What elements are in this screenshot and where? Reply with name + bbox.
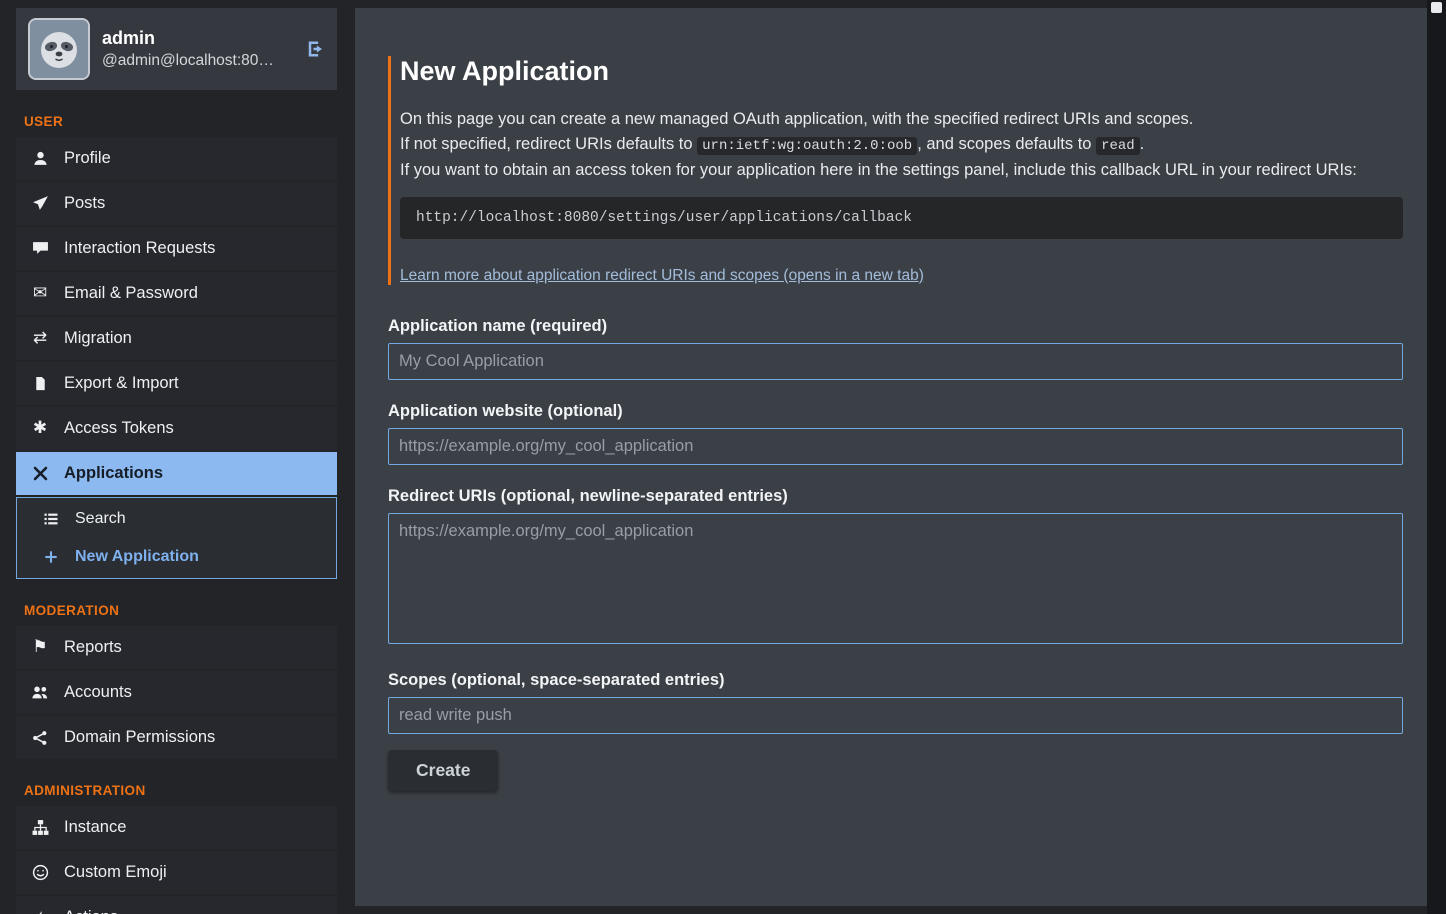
application-name-label: Application name (required) (388, 317, 1403, 336)
sidebar-item-migration[interactable]: ⇄ Migration (16, 317, 337, 360)
scrollbar-thumb[interactable] (1431, 2, 1442, 13)
user-meta: admin @admin@localhost:80… (102, 28, 274, 70)
redirect-uris-field: Redirect URIs (optional, newline-separat… (388, 487, 1403, 649)
sidebar-item-email-password[interactable]: ✉ Email & Password (16, 272, 337, 315)
avatar (28, 18, 90, 80)
sidebar-item-custom-emoji[interactable]: Custom Emoji (16, 851, 337, 894)
redirect-uris-label: Redirect URIs (optional, newline-separat… (388, 487, 1403, 506)
intro-line-3: If you want to obtain an access token fo… (400, 158, 1403, 183)
bolt-icon (30, 909, 50, 914)
sidebar-item-label: Applications (64, 464, 163, 483)
sidebar-item-reports[interactable]: ⚑ Reports (16, 626, 337, 669)
intro-line-2: If not specified, redirect URIs defaults… (400, 132, 1403, 159)
sidebar-item-label: Interaction Requests (64, 239, 215, 258)
sidebar-item-label: Reports (64, 638, 122, 657)
section-label-moderation: MODERATION (24, 603, 329, 618)
application-name-input[interactable] (388, 343, 1403, 380)
application-website-label: Application website (optional) (388, 402, 1403, 421)
sidebar-item-label: Email & Password (64, 284, 198, 303)
sidebar-item-instance[interactable]: Instance (16, 806, 337, 849)
submenu-item-new-application[interactable]: New Application (17, 538, 336, 576)
intro-line-2-post: . (1140, 135, 1145, 153)
page-intro: New Application On this page you can cre… (388, 56, 1403, 285)
sidebar-item-export-import[interactable]: Export & Import (16, 362, 337, 405)
sidebar-item-applications[interactable]: Applications (16, 452, 337, 495)
sidebar-item-label: Instance (64, 818, 126, 837)
sidebar-item-label: Domain Permissions (64, 728, 215, 747)
application-name-field: Application name (required) (388, 317, 1403, 380)
sitemap-icon (30, 819, 50, 836)
callback-url-codeblock: http://localhost:8080/settings/user/appl… (400, 197, 1403, 239)
settings-page: admin @admin@localhost:80… USER Profile … (0, 0, 1446, 914)
plus-icon (41, 550, 61, 564)
scopes-label: Scopes (optional, space-separated entrie… (388, 671, 1403, 690)
sidebar-item-posts[interactable]: Posts (16, 182, 337, 225)
sidebar-item-label: Profile (64, 149, 111, 168)
submenu-item-label: New Application (75, 548, 199, 566)
new-application-panel: New Application On this page you can cre… (355, 8, 1427, 906)
create-button[interactable]: Create (388, 750, 498, 791)
redirect-uris-textarea[interactable] (388, 513, 1403, 644)
sidebar-item-label: Actions (64, 908, 118, 914)
share-nodes-icon (30, 730, 50, 746)
learn-more-link[interactable]: Learn more about application redirect UR… (400, 267, 924, 285)
envelope-icon: ✉ (30, 285, 50, 302)
users-icon (30, 684, 50, 701)
new-application-form: Application name (required) Application … (388, 317, 1403, 791)
sidebar-item-label: Custom Emoji (64, 863, 167, 882)
scopes-field: Scopes (optional, space-separated entrie… (388, 671, 1403, 734)
sidebar: admin @admin@localhost:80… USER Profile … (0, 0, 355, 914)
application-website-field: Application website (optional) (388, 402, 1403, 465)
tools-icon (30, 465, 50, 482)
applications-submenu: Search New Application (16, 497, 337, 579)
user-handle: @admin@localhost:80… (102, 52, 274, 70)
page-title: New Application (400, 56, 1403, 87)
sidebar-item-accounts[interactable]: Accounts (16, 671, 337, 714)
main-wrap: New Application On this page you can cre… (355, 0, 1446, 914)
user-name: admin (102, 28, 274, 49)
sidebar-item-access-tokens[interactable]: ✱ Access Tokens (16, 407, 337, 450)
file-export-icon (30, 375, 50, 392)
list-icon (41, 511, 61, 527)
sidebar-item-label: Access Tokens (64, 419, 174, 438)
inline-code-oob: urn:ietf:wg:oauth:2.0:oob (697, 137, 917, 155)
smiley-icon (30, 864, 50, 881)
comments-icon (30, 240, 50, 257)
intro-line-1: On this page you can create a new manage… (400, 107, 1403, 132)
intro-line-2-pre: If not specified, redirect URIs defaults… (400, 135, 697, 153)
sidebar-item-label: Posts (64, 194, 105, 213)
asterisk-icon: ✱ (30, 420, 50, 437)
migration-arrows-icon: ⇄ (30, 330, 50, 347)
window-scrollbar[interactable] (1427, 0, 1446, 914)
intro-line-2-mid: , and scopes defaults to (917, 135, 1096, 153)
sidebar-item-label: Accounts (64, 683, 132, 702)
submenu-item-label: Search (75, 510, 126, 528)
sidebar-item-domain-permissions[interactable]: Domain Permissions (16, 716, 337, 759)
user-card[interactable]: admin @admin@localhost:80… (16, 8, 337, 90)
sidebar-item-label: Export & Import (64, 374, 179, 393)
application-website-input[interactable] (388, 428, 1403, 465)
sidebar-item-label: Migration (64, 329, 132, 348)
submenu-item-search[interactable]: Search (17, 500, 336, 538)
inline-code-read: read (1096, 137, 1140, 155)
sidebar-item-interaction-requests[interactable]: Interaction Requests (16, 227, 337, 270)
scopes-input[interactable] (388, 697, 1403, 734)
user-icon (30, 150, 50, 167)
section-label-user: USER (24, 114, 329, 129)
paper-plane-icon (30, 195, 50, 212)
sidebar-item-profile[interactable]: Profile (16, 137, 337, 180)
flag-icon: ⚑ (30, 639, 50, 656)
section-label-administration: ADMINISTRATION (24, 783, 329, 798)
sidebar-item-actions[interactable]: Actions (16, 896, 337, 914)
logout-icon[interactable] (305, 39, 325, 59)
